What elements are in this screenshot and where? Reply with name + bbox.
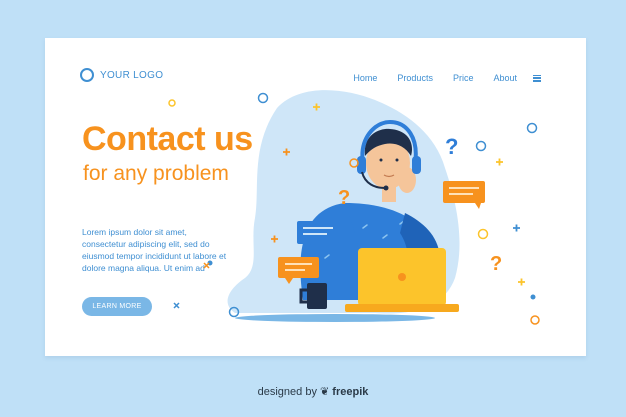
footer-prefix: designed by [257,386,317,398]
cross-icon [173,302,180,309]
plus-icon [496,158,503,166]
decor-circle [168,99,176,107]
decor-circle [530,315,540,325]
freepik-logo-icon: ❦ [320,386,330,398]
question-mark-icon: ? [490,253,502,275]
decor-circle [257,92,269,104]
question-mark-icon: ? [445,134,458,159]
decor-circle [530,294,536,300]
landing-card: YOUR LOGO Home Products Price About Cont… [45,38,586,356]
desk-shadow [235,314,435,322]
decor-circle [475,140,487,152]
mug-icon [307,283,327,309]
question-mark-icon: ? [338,187,350,209]
cross-icon [203,262,210,269]
decor-circle [477,228,489,240]
footer-credit: designed by ❦ freepik [0,385,626,398]
decor-circle [526,122,538,134]
footer-brand: freepik [332,386,369,398]
support-agent-illustration: ? ? ? [168,90,540,325]
plus-icon [513,224,520,232]
plus-icon [518,278,525,286]
